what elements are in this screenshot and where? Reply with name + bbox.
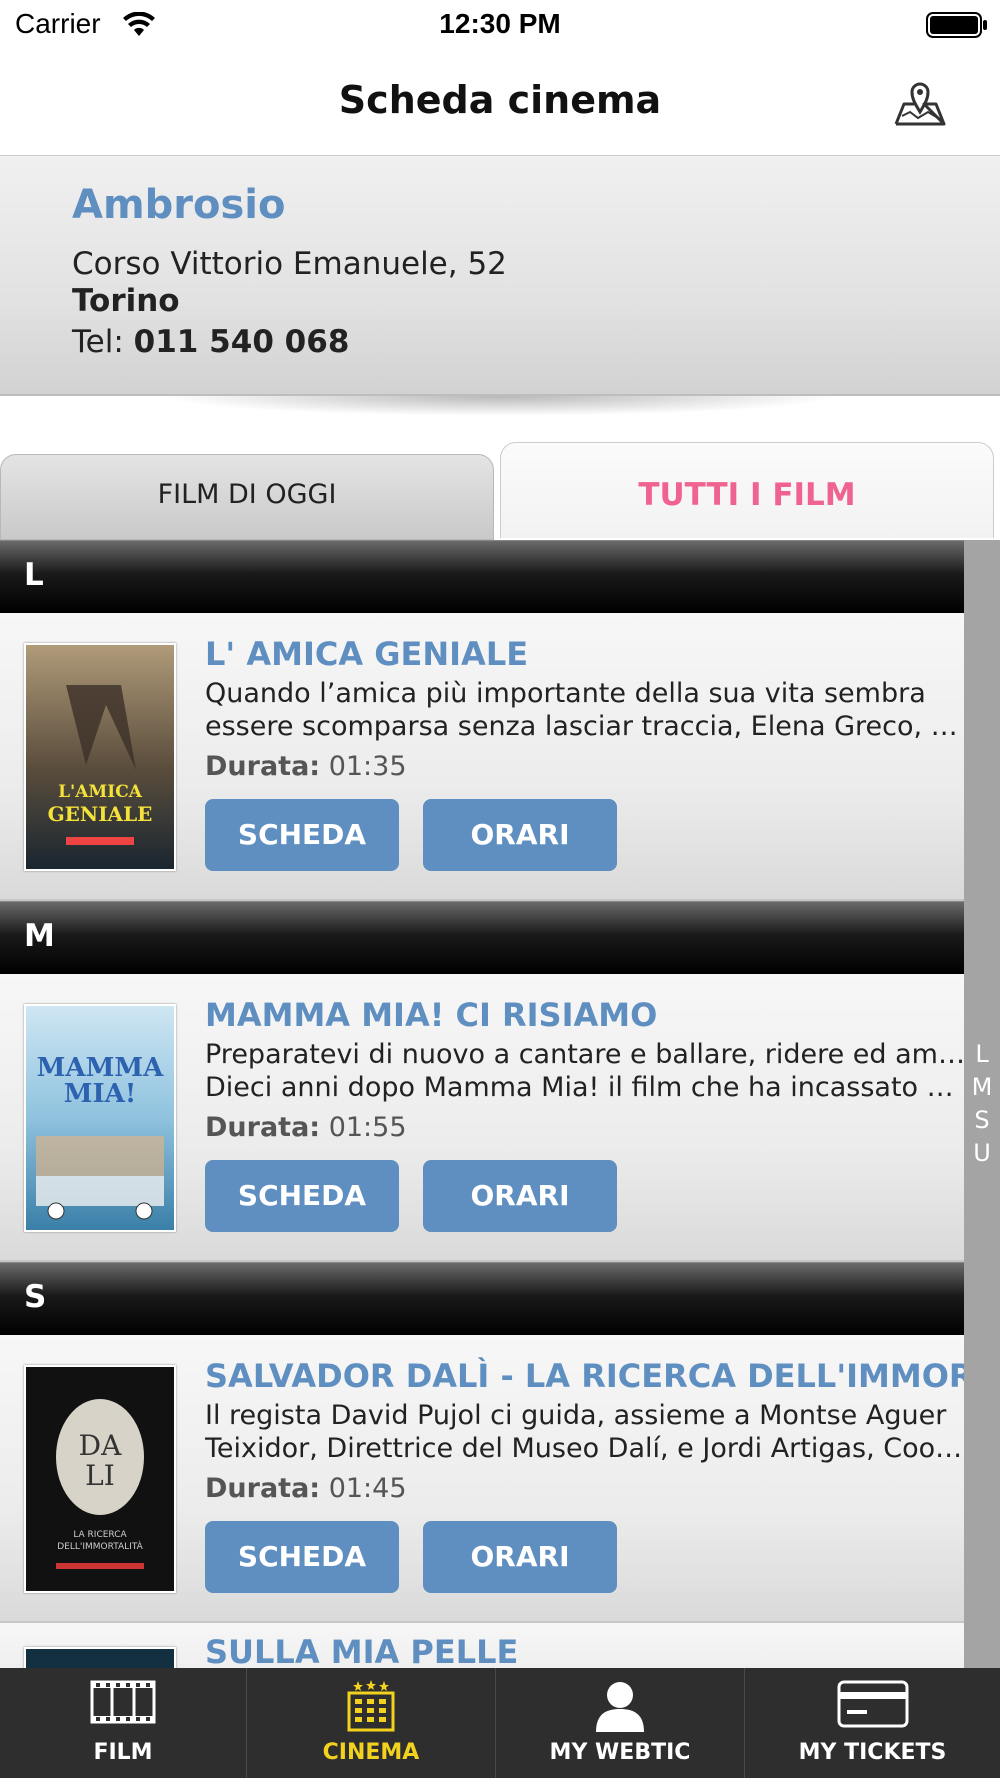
clock: 12:30 PM	[439, 8, 561, 39]
scheda-button[interactable]: SCHEDA	[205, 799, 399, 871]
description-line: Quando l’amica più importante della sua …	[205, 678, 926, 709]
cinema-icon	[347, 1680, 395, 1732]
duration-label: Durata:	[205, 751, 321, 782]
section-letter: M	[24, 918, 55, 954]
panel-shadow	[0, 396, 1000, 440]
list-item[interactable]: DA LI LA RICERCA DELL'IMMORTALITÀ SALVAD…	[0, 1335, 964, 1623]
tab-label: FILM	[93, 1740, 153, 1765]
section-letter: S	[24, 1279, 47, 1315]
orari-button[interactable]: ORARI	[423, 799, 617, 871]
cinema-phone[interactable]: Tel: 011 540 068	[72, 324, 349, 360]
description-line: Preparatevi di nuovo a cantare e ballare…	[205, 1039, 964, 1070]
page-title: Scheda cinema	[338, 78, 662, 122]
film-duration: Durata: 01:45	[205, 1473, 407, 1504]
svg-text:MIA!: MIA!	[64, 1079, 137, 1109]
tab-film-di-oggi[interactable]: FILM DI OGGI	[0, 454, 494, 540]
tab-label: MY WEBTIC	[549, 1740, 691, 1765]
film-description: Preparatevi di nuovo a cantare e ballare…	[205, 1038, 964, 1104]
svg-text:LI: LI	[85, 1459, 115, 1492]
duration-label: Durata:	[205, 1473, 321, 1504]
section-header-s: S	[0, 1262, 964, 1335]
film-title[interactable]: MAMMA MIA! CI RISIAMO	[205, 996, 657, 1034]
index-letter-u[interactable]: U	[964, 1139, 1000, 1167]
film-poster[interactable]: DA LI LA RICERCA DELL'IMMORTALITÀ	[24, 1365, 176, 1593]
duration-value: 01:45	[328, 1473, 407, 1504]
tab-tutti-i-film[interactable]: TUTTI I FILM	[500, 442, 994, 538]
list-item[interactable]: SULLA MIA PELLE	[0, 1623, 964, 1668]
tab-cinema[interactable]: CINEMA	[247, 1668, 495, 1778]
film-title[interactable]: SULLA MIA PELLE	[205, 1633, 518, 1668]
orari-button[interactable]: ORARI	[423, 1160, 617, 1232]
section-header-m: M	[0, 901, 964, 974]
duration-value: 01:55	[328, 1112, 407, 1143]
duration-label: Durata:	[205, 1112, 321, 1143]
index-letter-m[interactable]: M	[964, 1073, 1000, 1101]
film-duration: Durata: 01:55	[205, 1112, 407, 1143]
scheda-button[interactable]: SCHEDA	[205, 1521, 399, 1593]
film-title[interactable]: SALVADOR DALÌ - LA RICERCA DELL'IMMORTAL	[205, 1357, 964, 1395]
user-icon	[596, 1682, 644, 1732]
status-bar: Carrier 12:30 PM	[0, 0, 1000, 50]
map-icon	[894, 82, 946, 126]
cinema-name: Ambrosio	[72, 182, 286, 228]
film-list[interactable]: L L'AMICA GENIALE L' AMICA GENIALE Quand…	[0, 540, 964, 1668]
scheda-button[interactable]: SCHEDA	[205, 1160, 399, 1232]
film-title[interactable]: L' AMICA GENIALE	[205, 635, 528, 673]
duration-value: 01:35	[328, 751, 407, 782]
phone-number: 011 540 068	[133, 324, 350, 360]
description-line: Teixidor, Direttrice del Museo Dalí, e J…	[205, 1433, 964, 1464]
film-poster[interactable]	[24, 1647, 176, 1668]
cinema-address: Corso Vittorio Emanuele, 52	[72, 246, 507, 282]
index-letter-l[interactable]: L	[964, 1040, 1000, 1068]
film-description: Quando l’amica più importante della sua …	[205, 677, 964, 743]
cinema-info-panel: Ambrosio Corso Vittorio Emanuele, 52 Tor…	[0, 156, 1000, 396]
film-poster[interactable]: L'AMICA GENIALE	[24, 643, 176, 871]
list-item[interactable]: MAMMA MIA! MAMMA MIA! CI RISIAMO Prepara…	[0, 974, 964, 1262]
section-index-bar[interactable]: L M S U	[964, 540, 1000, 1668]
svg-text:DA: DA	[79, 1429, 122, 1462]
tab-label: TUTTI I FILM	[638, 477, 856, 513]
map-button[interactable]	[890, 72, 950, 132]
battery-icon	[926, 12, 988, 42]
film-description: Il regista David Pujol ci guida, assieme…	[205, 1399, 964, 1465]
list-item[interactable]: L'AMICA GENIALE L' AMICA GENIALE Quando …	[0, 613, 964, 901]
cinema-city: Torino	[72, 283, 180, 319]
ticket-icon	[837, 1680, 908, 1728]
navigation-bar: Scheda cinema	[0, 50, 1000, 156]
phone-label: Tel:	[72, 324, 124, 360]
film-duration: Durata: 01:35	[205, 751, 407, 782]
film-poster[interactable]: MAMMA MIA!	[24, 1004, 176, 1232]
bottom-tab-bar: FILM CINEMA MY WEBTIC MY TICKETS	[0, 1668, 1000, 1778]
index-letter-s[interactable]: S	[964, 1106, 1000, 1134]
description-line: Dieci anni dopo Mamma Mia! il film che h…	[205, 1072, 964, 1103]
tab-label: CINEMA	[322, 1740, 420, 1765]
tab-film[interactable]: FILM	[0, 1668, 246, 1778]
tab-label: FILM DI OGGI	[157, 479, 337, 510]
section-header-l: L	[0, 540, 964, 613]
tab-my-tickets[interactable]: MY TICKETS	[745, 1668, 1000, 1778]
svg-text:GENIALE: GENIALE	[48, 802, 153, 826]
tab-my-webtic[interactable]: MY WEBTIC	[496, 1668, 744, 1778]
svg-text:LA RICERCA: LA RICERCA	[73, 1530, 127, 1540]
description-line: essere scomparsa senza lasciar traccia, …	[205, 711, 964, 742]
svg-text:DELL'IMMORTALITÀ: DELL'IMMORTALITÀ	[57, 1540, 143, 1552]
orari-button[interactable]: ORARI	[423, 1521, 617, 1593]
description-line: Il regista David Pujol ci guida, assieme…	[205, 1400, 947, 1431]
film-icon	[90, 1680, 156, 1724]
svg-text:L'AMICA: L'AMICA	[58, 782, 143, 802]
section-letter: L	[24, 557, 44, 593]
tab-label: MY TICKETS	[798, 1740, 947, 1765]
